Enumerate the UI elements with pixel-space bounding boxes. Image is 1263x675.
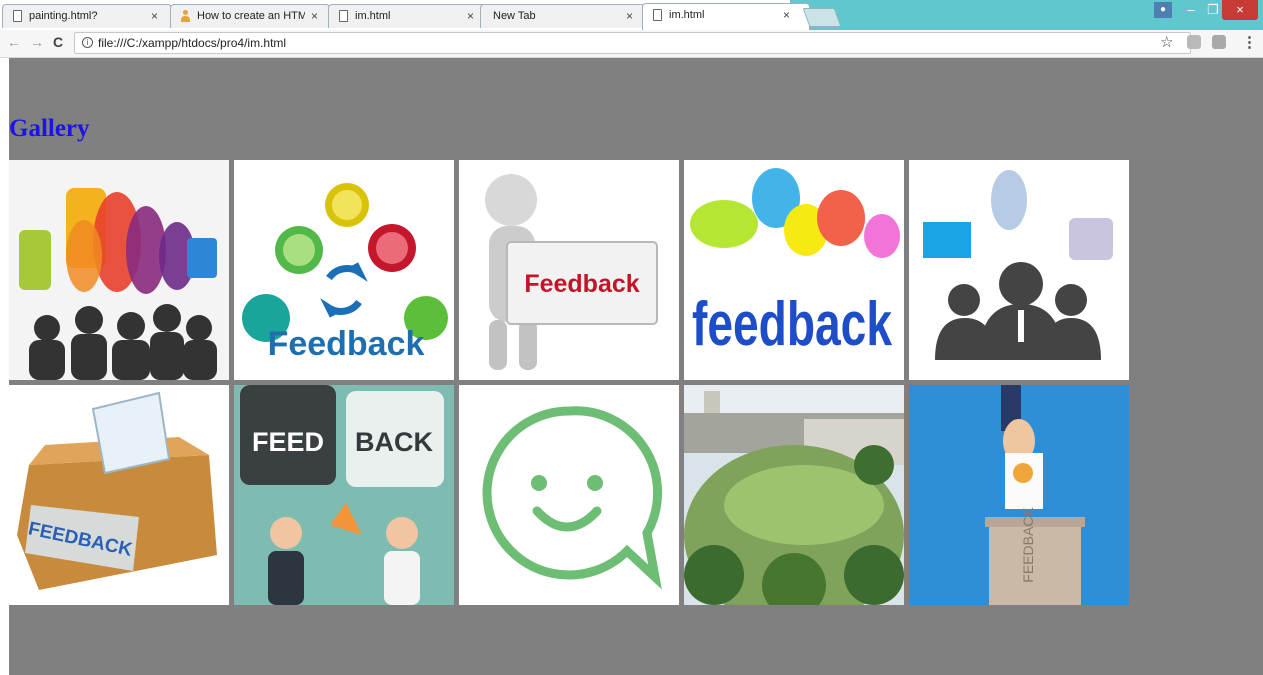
info-icon[interactable]: i [82, 37, 93, 48]
feedback-word-clouds-image[interactable]: feedback [684, 160, 904, 380]
page-viewport: Gallery Feedback Feedback feedback FEEDB… [9, 58, 1263, 675]
address-bar[interactable]: i file:///C:/xampp/htdocs/pro4/im.html [74, 32, 1191, 54]
feedback-emoji-bubbles-image[interactable]: Feedback [234, 160, 454, 380]
back-text: BACK [355, 427, 433, 457]
figure-holding-feedback-sign-image[interactable]: Feedback [459, 160, 679, 380]
voting-box-text: FEEDBACK [1020, 507, 1036, 583]
tab-title: im.html [355, 10, 391, 22]
feed-back-conversation-image[interactable]: FEED BACK [234, 385, 454, 605]
tab-new-tab[interactable]: New Tab × [480, 4, 645, 28]
close-window-button[interactable]: × [1222, 0, 1258, 20]
tab-title: How to create an HTML t [197, 10, 305, 22]
feedback-word-text: feedback [692, 290, 892, 359]
tab-painting[interactable]: painting.html? × [2, 4, 172, 28]
new-tab-button[interactable] [802, 8, 842, 27]
svg-text:Feedback: Feedback [268, 325, 425, 363]
feedback-ballot-box-image[interactable]: FEEDBACK [9, 385, 229, 605]
extension-icon[interactable] [1187, 35, 1201, 49]
menu-icon[interactable]: ⋮ [1242, 33, 1257, 51]
extension-icon[interactable] [1212, 35, 1226, 49]
person-icon [181, 10, 190, 22]
close-icon[interactable]: × [151, 9, 158, 23]
speech-bubbles-crowd-image[interactable] [9, 160, 229, 380]
three-people-speech-bubbles-image[interactable] [909, 160, 1129, 380]
close-icon[interactable]: × [783, 8, 790, 22]
image-gallery: Feedback Feedback feedback FEEDBACK FEED… [9, 160, 1130, 609]
tab-title: painting.html? [29, 10, 98, 22]
browser-toolbar: ← → C i file:///C:/xampp/htdocs/pro4/im.… [0, 30, 1263, 58]
close-icon[interactable]: × [467, 9, 474, 23]
campus-field-photo-image[interactable] [684, 385, 904, 605]
back-button[interactable]: ← [7, 34, 21, 50]
page-icon [653, 9, 662, 21]
maximize-button[interactable]: ❐ [1202, 0, 1224, 20]
user-icon[interactable]: ● [1154, 2, 1172, 18]
page-icon [339, 10, 348, 22]
close-icon[interactable]: × [311, 9, 318, 23]
tab-strip: painting.html? × How to create an HTML t… [0, 0, 1263, 30]
forward-button[interactable]: → [30, 34, 44, 50]
hand-voting-box-image[interactable]: FEEDBACK [909, 385, 1129, 605]
page-icon [13, 10, 22, 22]
reload-button[interactable]: C [53, 34, 63, 50]
tab-title: im.html [669, 9, 705, 21]
feedback-sign-text: Feedback [524, 270, 639, 298]
close-icon[interactable]: × [626, 9, 633, 23]
tab-title: New Tab [493, 10, 536, 22]
page-title: Gallery [9, 115, 90, 142]
tab-how-to-create[interactable]: How to create an HTML t × [170, 4, 330, 28]
bookmark-star-icon[interactable]: ☆ [1160, 33, 1173, 51]
tab-im-html[interactable]: im.html × [328, 4, 488, 28]
minimize-button[interactable]: – [1180, 0, 1202, 20]
feed-text: FEED [252, 427, 324, 457]
tab-im-html-active[interactable]: im.html × [642, 3, 810, 30]
url-text[interactable]: file:///C:/xampp/htdocs/pro4/im.html [98, 36, 286, 50]
smile-chat-bubble-image[interactable] [459, 385, 679, 605]
